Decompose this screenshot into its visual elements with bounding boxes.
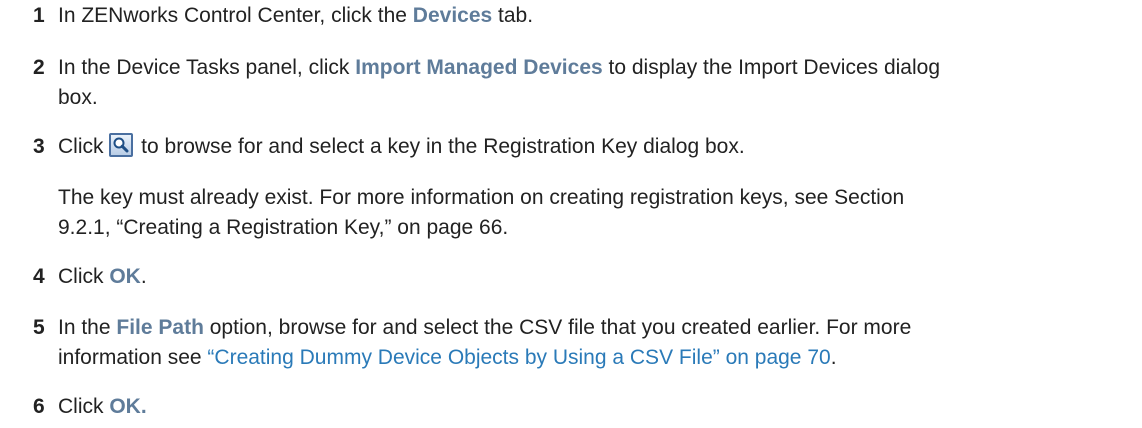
step-text: option, browse for and select the CSV fi… xyxy=(203,316,912,339)
cross-reference-link[interactable]: “Creating Dummy Device Objects by Using … xyxy=(207,346,830,369)
step-text: information see xyxy=(58,346,208,369)
ui-term-import-managed-devices: Import Managed Devices xyxy=(355,56,603,79)
ui-term-ok: OK xyxy=(109,265,141,288)
step-number: 6 xyxy=(33,395,45,418)
ui-term-devices: Devices xyxy=(412,4,493,27)
step-text: to display the Import Devices dialog xyxy=(602,56,941,79)
step-number: 4 xyxy=(33,265,45,288)
step-number: 5 xyxy=(33,316,45,339)
ui-term-file-path: File Path xyxy=(116,316,204,339)
note-text: The key must already exist. For more inf… xyxy=(58,186,905,209)
note-text: 9.2.1, “Creating a Registration Key,” on… xyxy=(58,216,509,239)
step-text: . xyxy=(830,346,837,369)
step-text: . xyxy=(140,265,147,288)
step-number: 2 xyxy=(33,56,45,79)
procedure-steps: 1 In ZENworks Control Center, click the … xyxy=(0,0,1142,428)
step-text: In the xyxy=(58,316,117,339)
step-text: Click xyxy=(58,135,110,158)
ui-term-ok: OK. xyxy=(109,395,147,418)
step-text: Click xyxy=(58,265,110,288)
step-text: In the Device Tasks panel, click xyxy=(58,56,356,79)
step-text: Click xyxy=(58,395,110,418)
step-text: In ZENworks Control Center, click the xyxy=(58,4,413,27)
step-number: 3 xyxy=(33,135,45,158)
search-icon xyxy=(109,133,134,157)
step-number: 1 xyxy=(33,4,45,27)
step-text: tab. xyxy=(492,4,534,27)
step-text: box. xyxy=(58,86,98,109)
step-text: to browse for and select a key in the Re… xyxy=(135,135,745,158)
